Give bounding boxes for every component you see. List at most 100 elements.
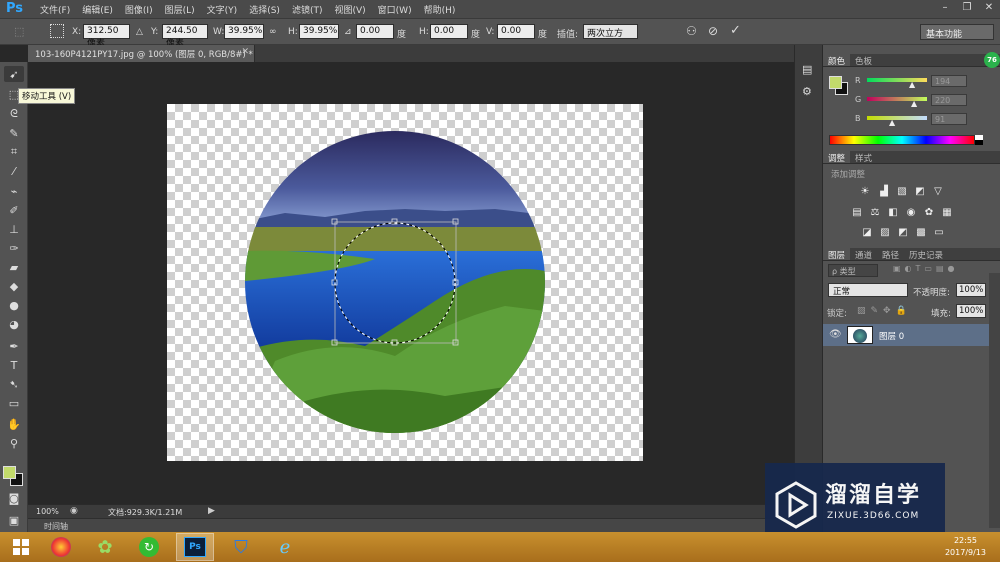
taskbar-app-photoshop[interactable]: Ps <box>176 533 214 561</box>
screen-mode-icon[interactable]: ▣ <box>4 512 24 528</box>
taskbar-app-green[interactable]: ✿ <box>86 533 124 561</box>
opacity-field[interactable]: 100% <box>956 283 986 297</box>
vskew-field[interactable]: 0.00 <box>497 24 535 39</box>
menu-edit[interactable]: 编辑(E) <box>76 3 119 16</box>
crop-tool-icon[interactable]: ⌗ <box>4 144 24 160</box>
brightness-icon[interactable]: ☀ <box>859 186 871 197</box>
reference-point-icon[interactable] <box>50 24 64 38</box>
lasso-tool-icon[interactable]: ᘓ <box>4 106 24 122</box>
path-select-tool-icon[interactable]: ➷ <box>4 376 24 392</box>
menu-filter[interactable]: 滤镜(T) <box>286 3 329 16</box>
document-tab[interactable]: 103-160P4121PY17.jpg @ 100% (图层 0, RGB/8… <box>28 45 255 62</box>
restore-icon[interactable]: ❐ <box>956 0 978 15</box>
color-balance-icon[interactable]: ⚖ <box>869 207 881 218</box>
menu-file[interactable]: 文件(F) <box>34 3 76 16</box>
quick-mask-icon[interactable]: ◙ <box>4 490 24 506</box>
tab-paths[interactable]: 路径 <box>877 248 904 261</box>
status-menu-arrow-icon[interactable]: ▶ <box>208 506 215 516</box>
posterize-icon[interactable]: ▨ <box>879 227 891 238</box>
tab-channels[interactable]: 通道 <box>850 248 877 261</box>
status-info-icon[interactable]: ◉ <box>70 506 78 516</box>
y-field[interactable]: 244.50 像素 <box>162 24 208 49</box>
link-icon[interactable]: ∞ <box>269 27 277 37</box>
pen-tool-icon[interactable]: ✒ <box>4 338 24 354</box>
layer-name[interactable]: 图层 0 <box>879 330 904 342</box>
type-tool-icon[interactable]: T <box>4 357 24 373</box>
history-brush-icon[interactable]: ✑ <box>4 240 24 256</box>
history-panel-icon[interactable]: ▤ <box>802 63 816 77</box>
interpolation-select[interactable]: 两次立方 <box>583 24 638 39</box>
properties-panel-icon[interactable]: ⚙ <box>802 85 816 99</box>
menu-view[interactable]: 视图(V) <box>328 3 371 16</box>
invert-icon[interactable]: ◪ <box>861 227 873 238</box>
menu-image[interactable]: 图像(I) <box>119 3 159 16</box>
channel-mixer-icon[interactable]: ✿ <box>923 207 935 218</box>
healing-tool-icon[interactable]: ⌁ <box>4 183 24 199</box>
g-value[interactable]: 220 <box>931 94 967 106</box>
levels-icon[interactable]: ▟ <box>878 186 890 197</box>
layers-scrollbar[interactable] <box>989 273 1000 528</box>
color-fg-swatch[interactable] <box>829 76 842 89</box>
taskbar-app-ie[interactable]: ℯ <box>266 533 304 561</box>
menu-select[interactable]: 选择(S) <box>243 3 286 16</box>
hand-tool-icon[interactable]: ✋ <box>4 416 24 432</box>
dodge-tool-icon[interactable]: ◕ <box>4 316 24 332</box>
clock[interactable]: 22:55 2017/9/13 <box>945 535 986 559</box>
g-slider[interactable] <box>867 97 927 101</box>
stamp-tool-icon[interactable]: ⊥ <box>4 221 24 237</box>
black-white-icon[interactable]: ◧ <box>887 207 899 218</box>
close-tab-icon[interactable]: ✕ <box>241 47 249 57</box>
foreground-color-swatch[interactable] <box>3 466 16 479</box>
hskew-field[interactable]: 0.00 <box>430 24 468 39</box>
menu-window[interactable]: 窗口(W) <box>372 3 418 16</box>
timeline-bar[interactable]: 时间轴 <box>28 518 794 532</box>
move-tool-icon[interactable]: ➹ <box>4 66 24 82</box>
color-spectrum[interactable] <box>829 135 975 145</box>
menu-layer[interactable]: 图层(L) <box>159 3 201 16</box>
menu-help[interactable]: 帮助(H) <box>418 3 462 16</box>
b-slider-thumb[interactable]: ▲ <box>889 118 895 127</box>
tab-color[interactable]: 颜色 <box>823 54 851 67</box>
eraser-tool-icon[interactable]: ▰ <box>4 259 24 275</box>
threshold-icon[interactable]: ◩ <box>897 227 909 238</box>
curves-icon[interactable]: ▧ <box>896 186 908 197</box>
layer-row[interactable]: 👁 图层 0 <box>823 324 989 346</box>
menu-type[interactable]: 文字(Y) <box>201 3 244 16</box>
width-field[interactable]: 39.95% <box>224 24 264 39</box>
tab-history[interactable]: 历史记录 <box>904 248 948 261</box>
minimize-icon[interactable]: – <box>934 0 956 15</box>
commit-transform-icon[interactable]: ✓ <box>730 23 741 38</box>
tab-adjustments[interactable]: 调整 <box>823 151 851 164</box>
tab-layers[interactable]: 图层 <box>823 248 851 261</box>
brush-tool-icon[interactable]: ✐ <box>4 202 24 218</box>
circular-landscape-image[interactable] <box>245 131 545 433</box>
gradient-map-icon[interactable]: ▩ <box>915 227 927 238</box>
quick-select-tool-icon[interactable]: ✎ <box>4 125 24 141</box>
shape-tool-icon[interactable]: ▭ <box>4 395 24 411</box>
angle-field[interactable]: 0.00 <box>356 24 394 39</box>
black-white-ramp[interactable] <box>975 135 983 145</box>
tab-styles[interactable]: 样式 <box>850 151 877 164</box>
zoom-level[interactable]: 100% <box>36 507 59 516</box>
warp-icon[interactable]: ⚇ <box>686 24 697 38</box>
taskbar-app-browser[interactable] <box>42 533 80 561</box>
start-button[interactable] <box>2 533 40 561</box>
color-lookup-icon[interactable]: ▦ <box>941 207 953 218</box>
hue-saturation-icon[interactable]: ▤ <box>851 207 863 218</box>
b-slider[interactable] <box>867 116 927 120</box>
layer-filter-select[interactable]: ρ 类型 <box>828 264 878 277</box>
r-value[interactable]: 194 <box>931 75 967 87</box>
x-field[interactable]: 312.50 像素 <box>83 24 130 49</box>
eye-icon[interactable]: 👁 <box>829 329 842 340</box>
exposure-icon[interactable]: ◩ <box>914 186 926 197</box>
layer-filter-icons[interactable]: ▣◐T▭▤● <box>893 264 959 273</box>
eyedropper-tool-icon[interactable]: ⁄ <box>4 163 24 179</box>
r-slider[interactable] <box>867 78 927 82</box>
photo-filter-icon[interactable]: ◉ <box>905 207 917 218</box>
r-slider-thumb[interactable]: ▲ <box>909 80 915 89</box>
blur-tool-icon[interactable]: ● <box>4 297 24 313</box>
lock-icons[interactable]: ▨✎✥🔒 <box>857 306 912 316</box>
close-icon[interactable]: ✕ <box>978 0 1000 15</box>
vibrance-icon[interactable]: ▽ <box>932 186 944 197</box>
selective-color-icon[interactable]: ▭ <box>933 227 945 238</box>
